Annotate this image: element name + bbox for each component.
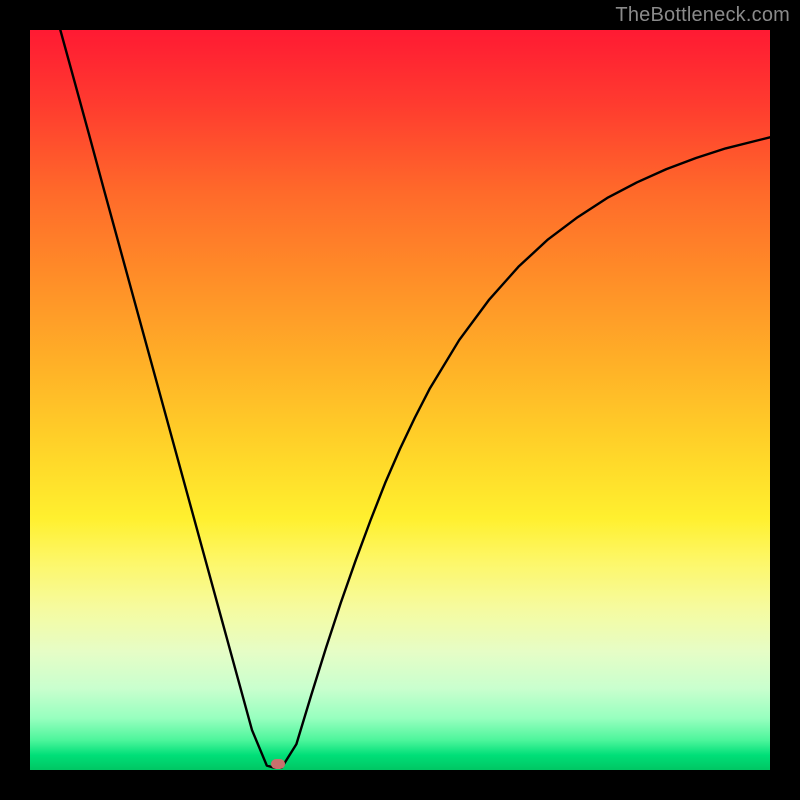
plot-area — [30, 30, 770, 770]
curve-svg — [30, 30, 770, 770]
chart-frame: TheBottleneck.com — [0, 0, 800, 800]
watermark-text: TheBottleneck.com — [615, 4, 790, 27]
bottleneck-curve-path — [60, 30, 770, 768]
min-marker — [271, 759, 285, 769]
